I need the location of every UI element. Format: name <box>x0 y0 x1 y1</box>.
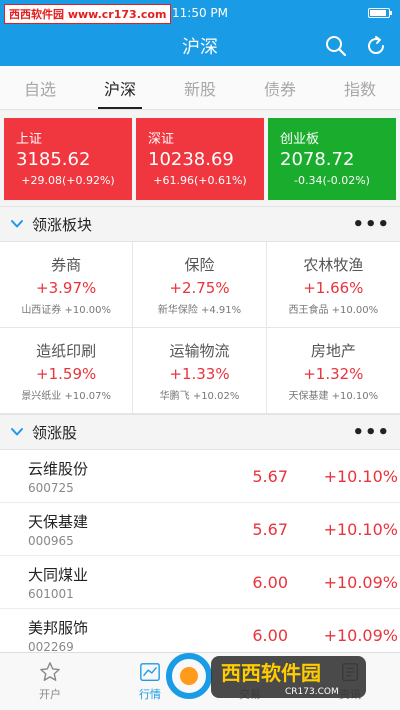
sector-name: 券商 <box>51 255 82 274</box>
stock-change: +10.10% <box>323 519 398 539</box>
sector-change: +2.75% <box>169 278 230 297</box>
stock-code: 601001 <box>28 586 74 601</box>
sector-leader: 新华保险 +4.91% <box>157 304 242 316</box>
stock-info: 天保基建 000965 <box>28 511 178 548</box>
stock-row[interactable]: 大同煤业 601001 6.00 +10.09% <box>0 556 400 609</box>
tab-bonds[interactable]: 债券 <box>240 66 320 109</box>
sector-change: +1.33% <box>169 364 230 383</box>
index-change: +61.96(+0.61%) <box>153 174 247 187</box>
sector-change: +1.32% <box>303 364 364 383</box>
stock-change: +10.09% <box>323 625 398 645</box>
market-tabs: 自选 沪深 新股 债券 指数 <box>0 66 400 110</box>
stock-name: 大同煤业 <box>28 565 89 584</box>
sector-name: 农林牧渔 <box>303 255 364 274</box>
tab-new-stocks[interactable]: 新股 <box>160 66 240 109</box>
index-name: 上证 <box>16 132 43 147</box>
stock-info: 大同煤业 601001 <box>28 564 178 601</box>
sector-change: +3.97% <box>36 278 97 297</box>
index-value: 2078.72 <box>280 149 355 170</box>
tab-indices[interactable]: 指数 <box>320 66 400 109</box>
sector-leader: 景兴纸业 +10.07% <box>21 390 111 402</box>
sector-change: +1.59% <box>36 364 97 383</box>
index-cards: 上证 3185.62 +29.08(+0.92%) 深证 10238.69 +6… <box>0 110 400 206</box>
stock-change: +10.09% <box>323 572 398 592</box>
sector-name: 保险 <box>184 255 215 274</box>
stock-name: 美邦服饰 <box>28 618 89 637</box>
watermark-text: 西西软件园 www.cr173.com <box>4 4 172 24</box>
sector-leader: 西王食品 +10.00% <box>288 304 379 316</box>
star-icon <box>40 662 60 681</box>
stock-price: 5.67 <box>252 519 288 539</box>
sector-cell[interactable]: 券商 +3.97% 山西证券 +10.00% <box>0 242 134 328</box>
sector-name: 房地产 <box>310 341 356 360</box>
stock-name: 云维股份 <box>28 459 89 478</box>
section-title: 领涨板块 <box>32 215 93 234</box>
sector-name: 造纸印刷 <box>36 341 97 360</box>
index-value: 3185.62 <box>16 149 91 170</box>
stock-name: 天保基建 <box>28 512 89 531</box>
index-card-shanghai[interactable]: 上证 3185.62 +29.08(+0.92%) <box>4 118 132 200</box>
search-icon[interactable] <box>324 34 348 58</box>
battery-fill <box>370 10 386 16</box>
stocks-section-header[interactable]: 领涨股 ••• <box>0 414 400 450</box>
tab-watchlist[interactable]: 自选 <box>0 66 80 109</box>
app-header: 沪深 <box>0 26 400 66</box>
stock-code: 600725 <box>28 480 74 495</box>
refresh-icon[interactable] <box>364 34 388 58</box>
stock-price: 6.00 <box>252 572 288 592</box>
page-title: 沪深 <box>182 37 218 58</box>
sector-leader: 华鹏飞 +10.02% <box>159 390 240 402</box>
sector-leader: 山西证券 +10.00% <box>21 304 111 316</box>
stock-code: 000965 <box>28 533 74 548</box>
nav-label: 行情 <box>139 688 161 701</box>
stock-info: 美邦服饰 002269 <box>28 617 178 654</box>
chevron-down-icon[interactable] <box>10 425 24 439</box>
stock-change: +10.10% <box>323 466 398 486</box>
sector-cell[interactable]: 房地产 +1.32% 天保基建 +10.10% <box>266 328 400 414</box>
index-card-chinext[interactable]: 创业板 2078.72 -0.34(-0.02%) <box>268 118 396 200</box>
watermark-logo-brand: 西西软件园 <box>221 661 321 685</box>
index-value: 10238.69 <box>148 149 234 170</box>
index-name: 创业板 <box>280 132 320 147</box>
nav-label: 开户 <box>39 688 61 701</box>
chart-icon <box>140 663 160 681</box>
section-title: 领涨股 <box>32 423 78 442</box>
status-time: 11:50 PM <box>172 6 228 20</box>
sector-cell[interactable]: 造纸印刷 +1.59% 景兴纸业 +10.07% <box>0 328 134 414</box>
index-name: 深证 <box>148 132 175 147</box>
sector-leader: 天保基建 +10.10% <box>288 390 379 402</box>
sector-name: 运输物流 <box>169 341 230 360</box>
bottom-nav: 开户 行情 交易 资讯 西西软件园 CR173.COM <box>0 652 400 710</box>
stock-price: 5.67 <box>252 466 288 486</box>
watermark-logo: 西西软件园 CR173.COM <box>166 653 366 699</box>
more-icon[interactable]: ••• <box>352 422 390 443</box>
sector-change: +1.66% <box>303 278 364 297</box>
stock-info: 云维股份 600725 <box>28 458 178 495</box>
sector-grid: 券商 +3.97% 山西证券 +10.00% 保险 +2.75% 新华保险 +4… <box>0 242 400 414</box>
stock-price: 6.00 <box>252 625 288 645</box>
index-card-shenzhen[interactable]: 深证 10238.69 +61.96(+0.61%) <box>136 118 264 200</box>
index-change: +29.08(+0.92%) <box>21 174 115 187</box>
stock-row[interactable]: 天保基建 000965 5.67 +10.10% <box>0 503 400 556</box>
stock-row[interactable]: 云维股份 600725 5.67 +10.10% <box>0 450 400 503</box>
index-change: -0.34(-0.02%) <box>294 174 370 187</box>
nav-open-account[interactable]: 开户 <box>0 653 100 710</box>
sector-cell[interactable]: 农林牧渔 +1.66% 西王食品 +10.00% <box>266 242 400 328</box>
battery-icon <box>368 8 392 18</box>
chevron-down-icon[interactable] <box>10 217 24 231</box>
more-icon[interactable]: ••• <box>352 214 390 235</box>
tab-shanghai-shenzhen[interactable]: 沪深 <box>80 66 160 109</box>
sector-cell[interactable]: 保险 +2.75% 新华保险 +4.91% <box>133 242 267 328</box>
status-bar: 西西软件园 www.cr173.com 11:50 PM <box>0 0 400 26</box>
stock-list: 云维股份 600725 5.67 +10.10% 天保基建 000965 5.6… <box>0 450 400 662</box>
watermark-logo-url: CR173.COM <box>285 687 339 697</box>
sector-cell[interactable]: 运输物流 +1.33% 华鹏飞 +10.02% <box>133 328 267 414</box>
sectors-section-header[interactable]: 领涨板块 ••• <box>0 206 400 242</box>
